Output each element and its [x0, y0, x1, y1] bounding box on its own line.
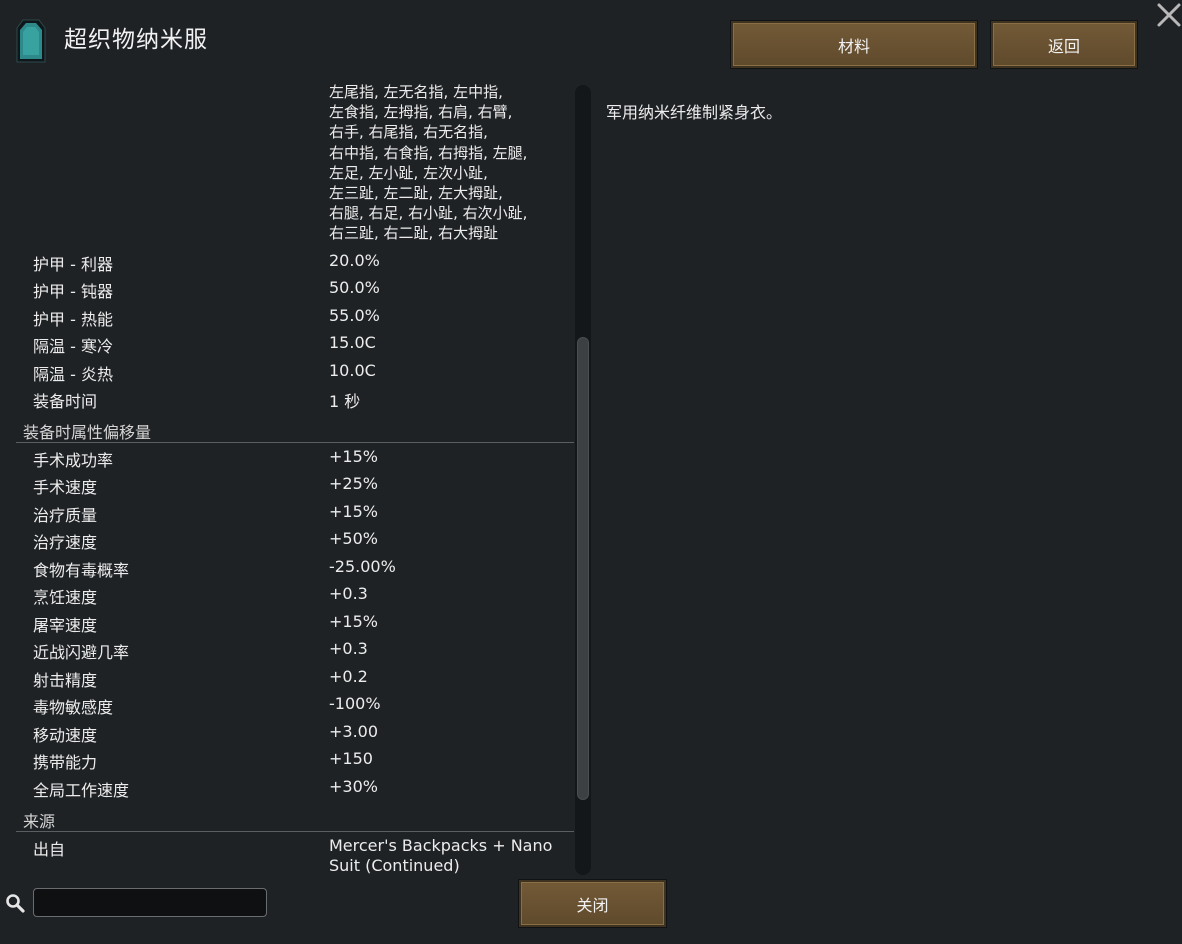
- scrollbar[interactable]: [575, 85, 591, 875]
- back-button[interactable]: 返回: [991, 21, 1137, 68]
- offset-row[interactable]: 烹饪速度 +0.3: [16, 580, 574, 607]
- offset-label: 手术速度: [33, 478, 98, 497]
- source-value: Mercer's Backpacks + Nano Suit (Continue…: [329, 836, 552, 876]
- stat-value: 20.0%: [329, 251, 380, 270]
- stat-value: 15.0C: [329, 333, 376, 352]
- offset-row[interactable]: 射击精度 +0.2: [16, 663, 574, 690]
- stat-value: 55.0%: [329, 306, 380, 325]
- materials-button[interactable]: 材料: [731, 21, 977, 68]
- body-parts-line: 左足, 左小趾, 左次小趾,: [329, 163, 488, 182]
- offset-value: +15%: [329, 447, 378, 466]
- stat-label: 隔温 - 寒冷: [33, 337, 113, 356]
- section-title: 来源: [23, 812, 56, 831]
- section-title: 装备时属性偏移量: [23, 423, 152, 442]
- offset-value: +25%: [329, 474, 378, 493]
- body-parts-line: 右三趾, 右二趾, 右大拇趾: [329, 224, 499, 243]
- offset-row[interactable]: 治疗速度 +50%: [16, 525, 574, 552]
- search-input[interactable]: [33, 888, 267, 917]
- offset-label: 近战闪避几率: [33, 643, 130, 662]
- offset-row[interactable]: 手术成功率 +15%: [16, 443, 574, 470]
- item-description: 军用纳米纤维制紧身衣。: [606, 103, 783, 122]
- offset-label: 手术成功率: [33, 451, 114, 470]
- covered-body-parts: 左尾指, 左无名指, 左中指, 左食指, 左拇指, 右肩, 右臂, 右手, 右尾…: [329, 82, 527, 244]
- offset-value: +50%: [329, 529, 378, 548]
- stat-value: 1 秒: [329, 392, 361, 411]
- offset-value: +0.3: [329, 639, 368, 658]
- offset-row[interactable]: 毒物敏感度 -100%: [16, 690, 574, 717]
- offset-value: -25.00%: [329, 557, 396, 576]
- section-header-equipped-offsets: 装备时属性偏移量: [16, 415, 574, 443]
- offset-label: 治疗质量: [33, 506, 98, 525]
- close-x-icon[interactable]: [1156, 2, 1182, 28]
- offset-label: 食物有毒概率: [33, 561, 130, 580]
- offset-label: 烹饪速度: [33, 588, 98, 607]
- body-parts-line: 左三趾, 左二趾, 左大拇趾,: [329, 184, 503, 203]
- offset-row[interactable]: 治疗质量 +15%: [16, 498, 574, 525]
- offset-value: +0.3: [329, 584, 368, 603]
- offset-row[interactable]: 近战闪避几率 +0.3: [16, 635, 574, 662]
- offset-row[interactable]: 携带能力 +150: [16, 745, 574, 772]
- stat-label: 隔温 - 炎热: [33, 365, 113, 384]
- stat-row-equip-time[interactable]: 装备时间 1 秒: [16, 384, 574, 411]
- offset-label: 移动速度: [33, 726, 98, 745]
- close-button[interactable]: 关闭: [519, 880, 666, 927]
- page-title: 超织物纳米服: [64, 27, 208, 53]
- offset-row[interactable]: 食物有毒概率 -25.00%: [16, 553, 574, 580]
- stat-value: 10.0C: [329, 361, 376, 380]
- offset-label: 屠宰速度: [33, 616, 98, 635]
- offset-label: 射击精度: [33, 671, 98, 690]
- offset-label: 治疗速度: [33, 533, 98, 552]
- body-parts-line: 右中指, 右食指, 右拇指, 左腿,: [329, 143, 528, 162]
- body-parts-line: 右腿, 右足, 右小趾, 右次小趾,: [329, 204, 528, 223]
- offset-value: +3.00: [329, 722, 379, 741]
- stat-row-armor-sharp[interactable]: 护甲 - 利器 20.0%: [16, 247, 574, 274]
- source-label: 出自: [33, 840, 66, 859]
- stat-row-insulation-heat[interactable]: 隔温 - 炎热 10.0C: [16, 357, 574, 384]
- stat-label: 装备时间: [33, 392, 98, 411]
- offset-value: +15%: [329, 502, 378, 521]
- offset-value: +150: [329, 749, 373, 768]
- source-value-line: Mercer's Backpacks + Nano: [329, 836, 553, 855]
- source-value-line: Suit (Continued): [329, 856, 460, 875]
- body-parts-line: 左尾指, 左无名指, 左中指,: [329, 83, 503, 101]
- offset-value: +15%: [329, 612, 378, 631]
- body-parts-line: 右手, 右尾指, 右无名指,: [329, 123, 488, 142]
- offset-label: 毒物敏感度: [33, 698, 114, 717]
- nano-suit-icon: [16, 19, 46, 63]
- stat-row-armor-heat[interactable]: 护甲 - 热能 55.0%: [16, 302, 574, 329]
- offset-value: +30%: [329, 777, 378, 796]
- stat-label: 护甲 - 利器: [33, 255, 113, 274]
- body-parts-line: 左食指, 左拇指, 右肩, 右臂,: [329, 103, 513, 122]
- offset-label: 全局工作速度: [33, 781, 130, 800]
- stat-row-armor-blunt[interactable]: 护甲 - 钝器 50.0%: [16, 274, 574, 301]
- search-icon: [6, 894, 25, 913]
- section-header-source: 来源: [16, 804, 574, 832]
- stat-row-insulation-cold[interactable]: 隔温 - 寒冷 15.0C: [16, 329, 574, 356]
- offset-value: +0.2: [329, 667, 368, 686]
- offset-label: 携带能力: [33, 753, 98, 772]
- stats-list[interactable]: 左尾指, 左无名指, 左中指, 左食指, 左拇指, 右肩, 右臂, 右手, 右尾…: [16, 82, 574, 877]
- offset-row[interactable]: 全局工作速度 +30%: [16, 773, 574, 800]
- scrollbar-thumb[interactable]: [577, 337, 589, 800]
- stat-label: 护甲 - 热能: [33, 310, 113, 329]
- stat-value: 50.0%: [329, 278, 380, 297]
- offset-row[interactable]: 屠宰速度 +15%: [16, 608, 574, 635]
- stat-label: 护甲 - 钝器: [33, 282, 113, 301]
- offset-row[interactable]: 手术速度 +25%: [16, 470, 574, 497]
- offset-row[interactable]: 移动速度 +3.00: [16, 718, 574, 745]
- offset-value: -100%: [329, 694, 381, 713]
